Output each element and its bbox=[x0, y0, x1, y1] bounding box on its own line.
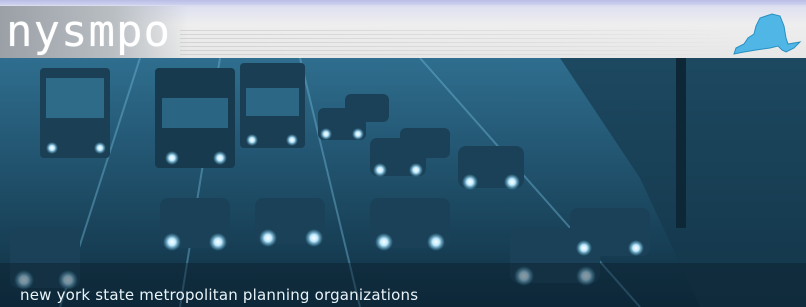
header-strip: nysmpo bbox=[0, 0, 806, 62]
site-logo[interactable]: nysmpo bbox=[6, 4, 171, 60]
truck-center bbox=[155, 68, 235, 168]
truck-right bbox=[240, 63, 305, 148]
tagline: new york state metropolitan planning org… bbox=[20, 286, 419, 304]
site-banner: nysmpo new york state metropolitan plann… bbox=[0, 0, 806, 307]
header-stripes bbox=[180, 30, 740, 58]
traffic-illustration bbox=[0, 58, 806, 307]
new-york-state-icon bbox=[733, 13, 802, 55]
light-pole bbox=[676, 58, 686, 228]
truck-left bbox=[40, 68, 110, 158]
traffic-photo: new york state metropolitan planning org… bbox=[0, 58, 806, 307]
